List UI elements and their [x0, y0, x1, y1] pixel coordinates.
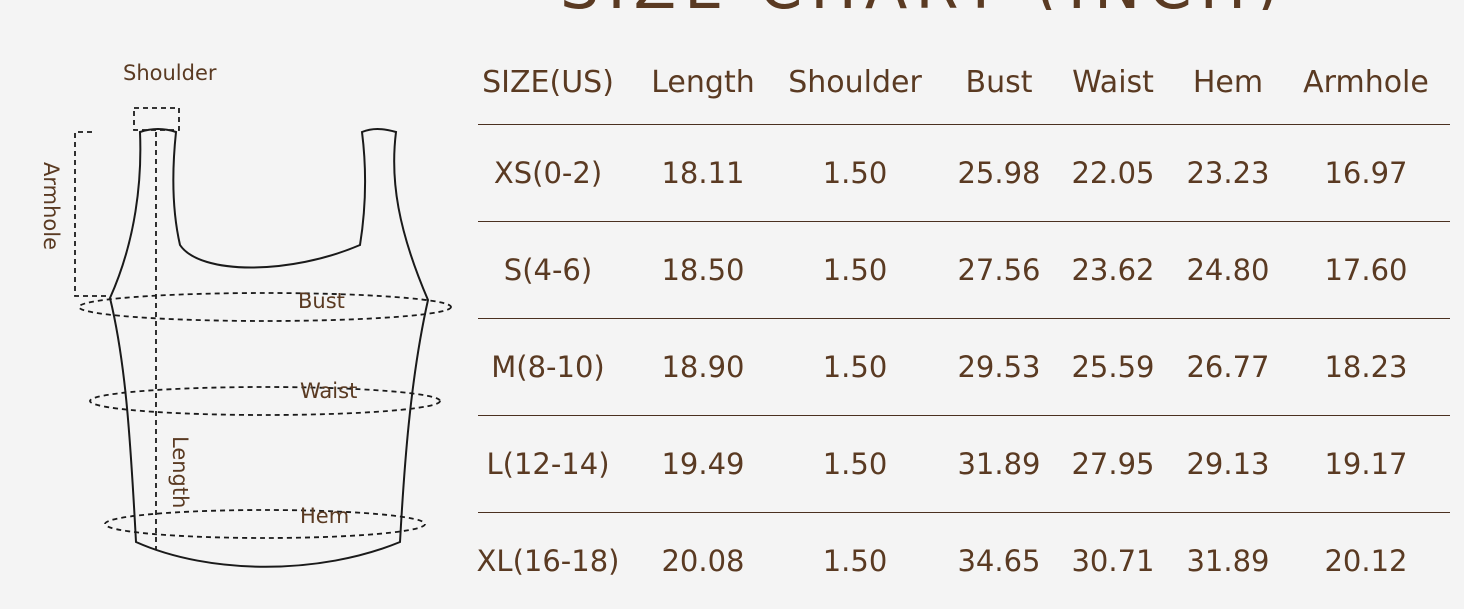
- cell-bust: 25.98: [957, 156, 1041, 190]
- shoulder-label: Shoulder: [123, 61, 217, 85]
- cell-size: L(12-14): [486, 447, 610, 481]
- length-label: Length: [168, 436, 192, 508]
- cell-length: 19.49: [661, 447, 745, 481]
- table-row: L(12-14) 19.49 1.50 31.89 27.95 29.13 19…: [478, 416, 1450, 513]
- table-header-row: SIZE(US) Length Shoulder Bust Waist Hem …: [478, 40, 1450, 125]
- header-shoulder: Shoulder: [788, 64, 922, 100]
- cell-waist: 23.62: [1071, 253, 1155, 287]
- header-armhole: Armhole: [1303, 64, 1429, 100]
- cell-bust: 31.89: [957, 447, 1041, 481]
- header-hem: Hem: [1192, 64, 1264, 100]
- cell-shoulder: 1.50: [822, 156, 888, 190]
- cell-armhole: 20.12: [1324, 544, 1408, 578]
- cell-armhole: 17.60: [1324, 253, 1408, 287]
- cell-hem: 23.23: [1186, 156, 1270, 190]
- tank-top-outline: [108, 128, 430, 568]
- table-row: M(8-10) 18.90 1.50 29.53 25.59 26.77 18.…: [478, 319, 1450, 416]
- bust-label: Bust: [298, 289, 345, 313]
- cell-hem: 29.13: [1186, 447, 1270, 481]
- bust-marker: [78, 292, 452, 322]
- cell-length: 18.11: [661, 156, 745, 190]
- cell-size: S(4-6): [503, 253, 593, 287]
- header-waist: Waist: [1072, 64, 1154, 100]
- table-row: S(4-6) 18.50 1.50 27.56 23.62 24.80 17.6…: [478, 222, 1450, 319]
- garment-diagram: Shoulder Armhole Bust Waist Length Hem: [39, 61, 452, 568]
- cell-hem: 26.77: [1186, 350, 1270, 384]
- cell-bust: 34.65: [957, 544, 1041, 578]
- size-table: SIZE(US) Length Shoulder Bust Waist Hem …: [476, 40, 1450, 609]
- page-title: SIZE CHART (INCH): [560, 0, 1286, 10]
- cell-hem: 31.89: [1186, 544, 1270, 578]
- cell-waist: 27.95: [1071, 447, 1155, 481]
- cell-size: XL(16-18): [476, 544, 620, 578]
- cell-size: M(8-10): [491, 350, 605, 384]
- waist-marker: [89, 386, 441, 416]
- cell-bust: 29.53: [957, 350, 1041, 384]
- cell-shoulder: 1.50: [822, 350, 888, 384]
- title-clip: SIZE CHART (INCH): [560, 0, 1380, 10]
- hem-marker: [104, 509, 426, 539]
- header-length: Length: [651, 64, 755, 100]
- armhole-marker: [74, 131, 106, 297]
- shoulder-marker: [133, 107, 180, 131]
- table-row: XL(16-18) 20.08 1.50 34.65 30.71 31.89 2…: [476, 513, 1450, 609]
- hem-label: Hem: [300, 504, 349, 528]
- cell-length: 20.08: [661, 544, 745, 578]
- cell-size: XS(0-2): [493, 156, 603, 190]
- cell-length: 18.50: [661, 253, 745, 287]
- waist-label: Waist: [300, 379, 357, 403]
- cell-waist: 30.71: [1071, 544, 1155, 578]
- cell-shoulder: 1.50: [822, 253, 888, 287]
- header-size: SIZE(US): [482, 64, 614, 100]
- header-bust: Bust: [965, 64, 1033, 100]
- cell-hem: 24.80: [1186, 253, 1270, 287]
- cell-armhole: 18.23: [1324, 350, 1408, 384]
- cell-shoulder: 1.50: [822, 544, 888, 578]
- cell-shoulder: 1.50: [822, 447, 888, 481]
- cell-armhole: 19.17: [1324, 447, 1408, 481]
- cell-waist: 22.05: [1071, 156, 1155, 190]
- table-row: XS(0-2) 18.11 1.50 25.98 22.05 23.23 16.…: [478, 125, 1450, 222]
- cell-length: 18.90: [661, 350, 745, 384]
- cell-bust: 27.56: [957, 253, 1041, 287]
- cell-armhole: 16.97: [1324, 156, 1408, 190]
- armhole-label: Armhole: [39, 162, 63, 250]
- cell-waist: 25.59: [1071, 350, 1155, 384]
